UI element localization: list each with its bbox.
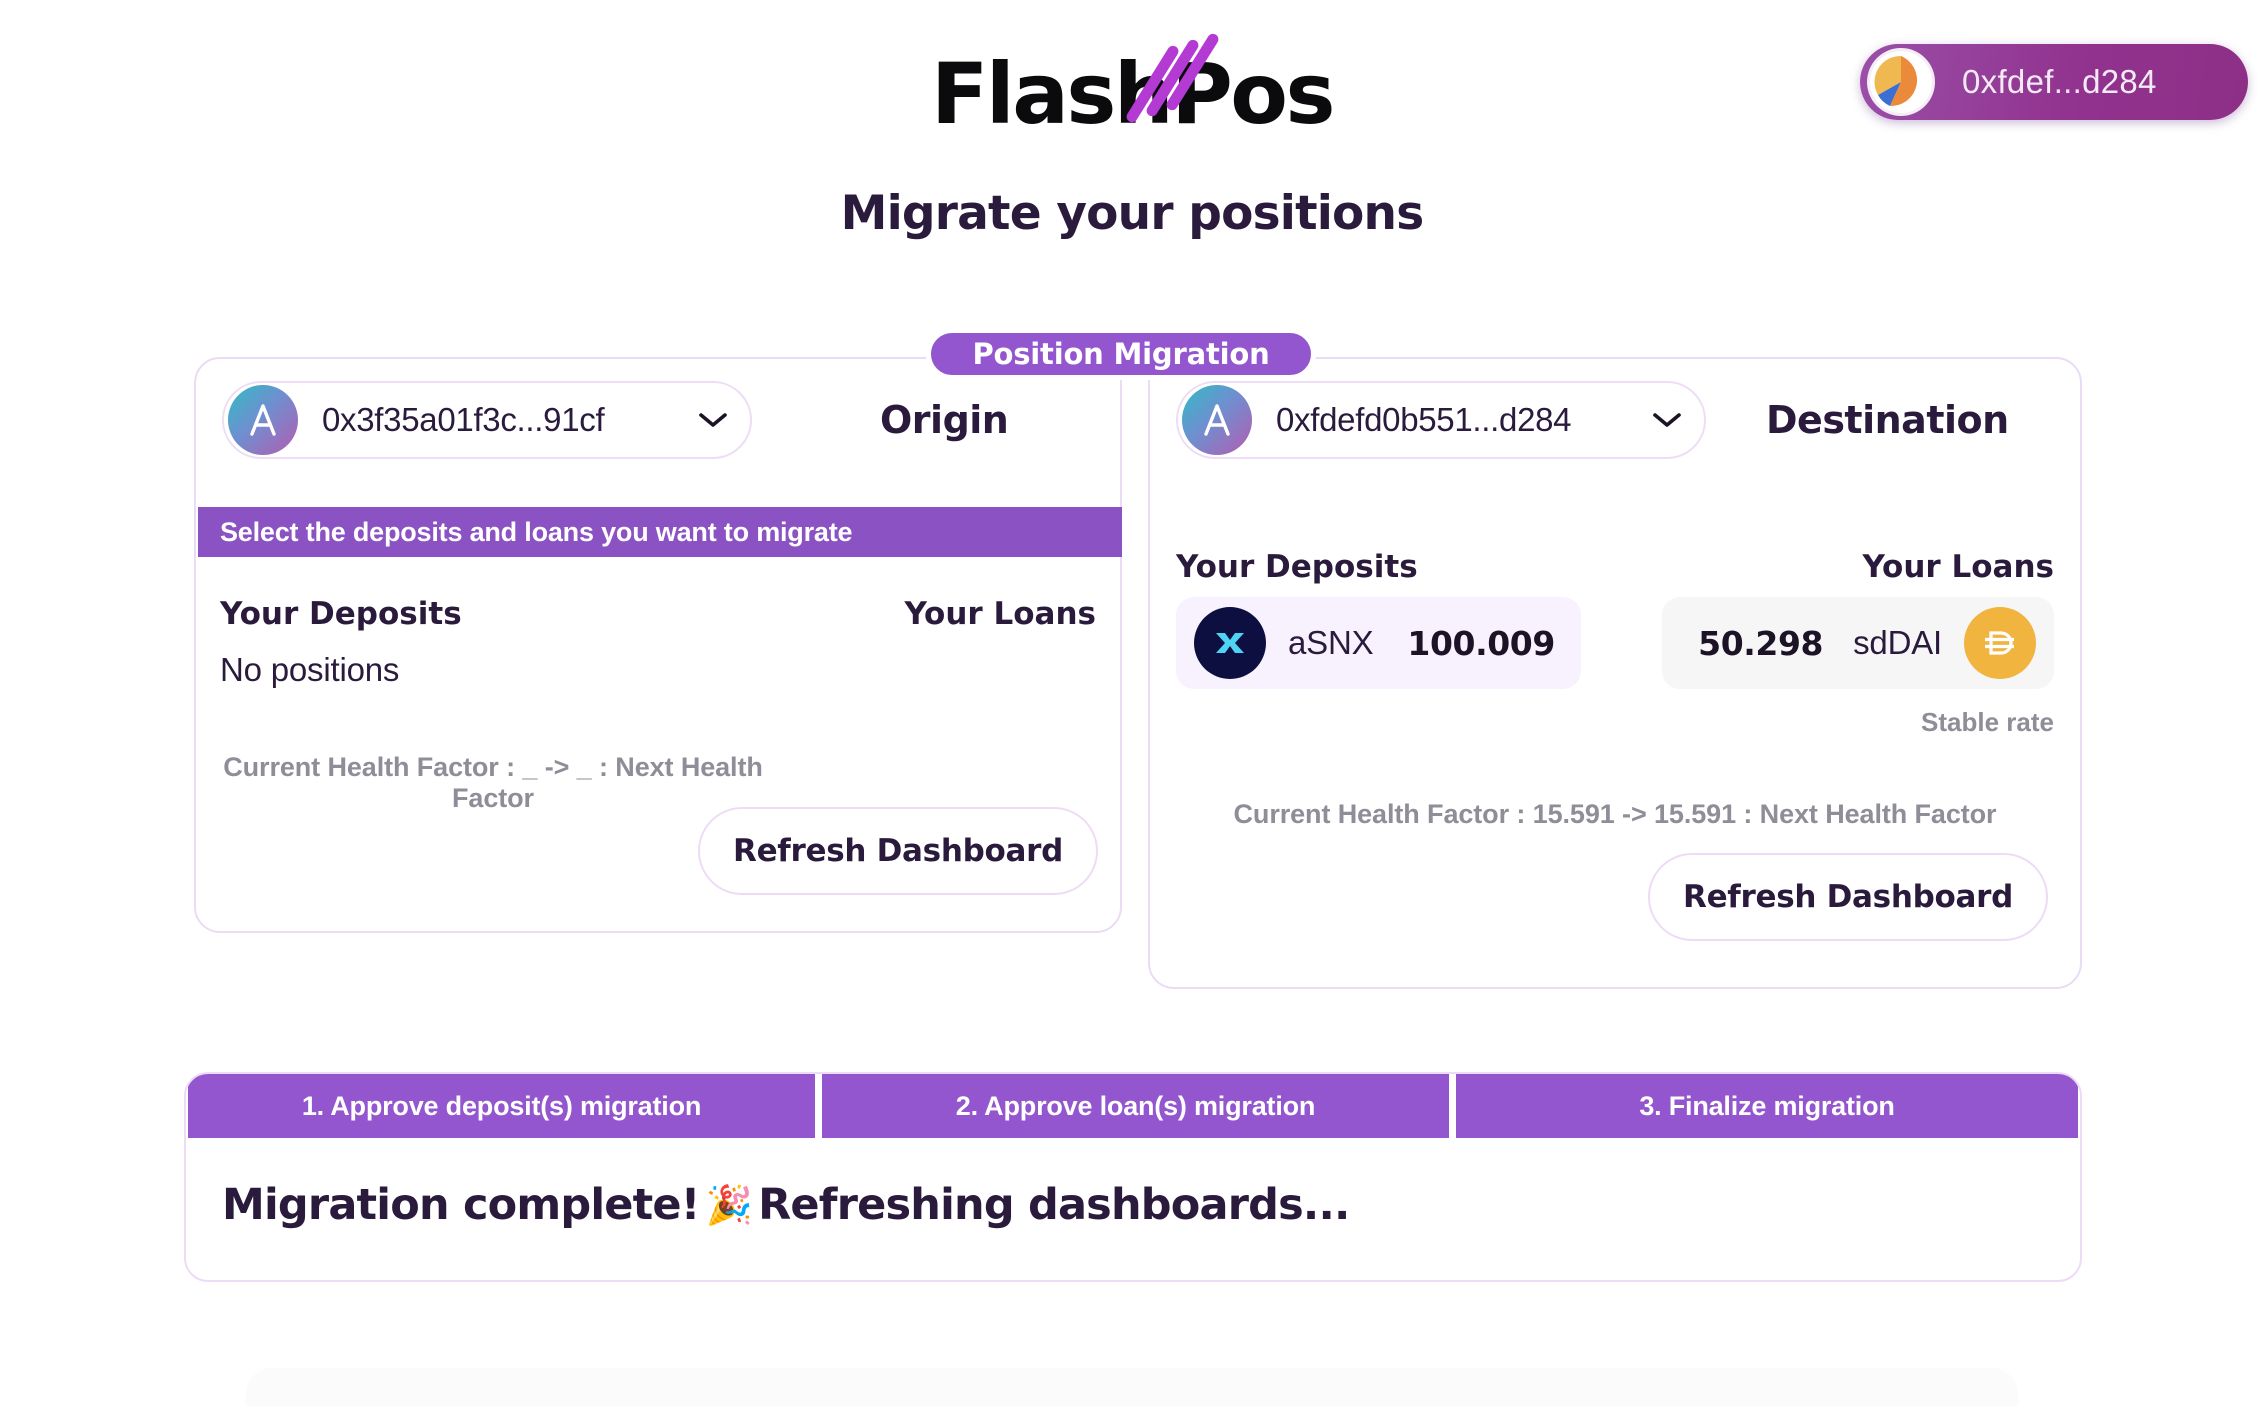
origin-side-label: Origin <box>880 398 1009 442</box>
migration-steps-tabs: 1. Approve deposit(s) migration 2. Appro… <box>186 1074 2080 1138</box>
status-text-after: Refreshing dashboards... <box>758 1180 1350 1230</box>
origin-select-banner: Select the deposits and loans you want t… <box>198 507 1122 557</box>
dai-icon <box>1964 607 2036 679</box>
origin-empty-text: No positions <box>220 651 400 688</box>
logo-text: FlashPos <box>931 31 1335 136</box>
step-approve-deposits[interactable]: 1. Approve deposit(s) migration <box>188 1074 815 1138</box>
migration-status-message: Migration complete! 🎉 Refreshing dashboa… <box>222 1180 1350 1230</box>
aave-icon <box>228 385 298 455</box>
chevron-down-icon <box>698 411 728 429</box>
pie-avatar-icon <box>1870 51 1932 113</box>
destination-address-select[interactable]: 0xfdefd0b551...d284 <box>1176 381 1706 459</box>
app-root: FlashPos 0xfdef...d284 Migrate your posi… <box>0 0 2264 1406</box>
party-popper-icon: 🎉 <box>705 1182 753 1227</box>
origin-deposits-header: Your Deposits <box>220 596 462 632</box>
origin-refresh-dashboard-button[interactable]: Refresh Dashboard <box>698 807 1098 895</box>
logo-text-pos: Pos <box>1171 45 1335 143</box>
destination-address-value: 0xfdefd0b551...d284 <box>1276 401 1572 438</box>
chevron-down-icon <box>1652 411 1682 429</box>
origin-loans-header: Your Loans <box>904 596 1096 632</box>
destination-deposits-header: Your Deposits <box>1176 549 1418 585</box>
page-title: Migrate your positions <box>840 186 1425 241</box>
origin-health-factor: Current Health Factor : _ -> _ : Next He… <box>223 752 763 813</box>
destination-column-headers: Your Deposits Your Loans <box>1176 549 2054 585</box>
step-finalize-migration[interactable]: 3. Finalize migration <box>1456 1074 2078 1138</box>
destination-side-label: Destination <box>1766 398 2009 442</box>
step-approve-loans[interactable]: 2. Approve loan(s) migration <box>822 1074 1449 1138</box>
migration-steps-card: 1. Approve deposit(s) migration 2. Appro… <box>184 1072 2082 1282</box>
aave-icon <box>1182 385 1252 455</box>
destination-deposit-row[interactable]: aSNX 100.009 <box>1176 597 1581 689</box>
destination-health-factor: Current Health Factor : 15.591 -> 15.591… <box>1233 799 1997 829</box>
destination-loan-amount: 50.298 <box>1698 623 1824 663</box>
destination-loans-header: Your Loans <box>1862 549 2054 585</box>
destination-deposit-symbol: aSNX <box>1288 624 1374 661</box>
tab-position-migration[interactable]: Position Migration <box>926 328 1316 380</box>
next-section-placeholder <box>246 1368 2018 1406</box>
origin-panel: 0x3f35a01f3c...91cf Origin Select the de… <box>194 357 1122 933</box>
origin-address-value: 0x3f35a01f3c...91cf <box>322 401 605 438</box>
status-text-before: Migration complete! <box>222 1180 700 1230</box>
synthetix-icon <box>1194 607 1266 679</box>
destination-loan-symbol: sdDAI <box>1853 624 1942 661</box>
destination-loan-rate-note: Stable rate <box>1921 707 2054 737</box>
destination-asset-rows: aSNX 100.009 50.298 sdDAI <box>1176 597 2054 689</box>
origin-column-headers: Your Deposits Your Loans <box>220 596 1096 632</box>
destination-deposit-amount: 100.009 <box>1407 623 1555 663</box>
wallet-badge[interactable]: 0xfdef...d284 <box>1860 44 2248 120</box>
destination-panel: 0xfdefd0b551...d284 Destination Your Dep… <box>1148 357 2082 989</box>
wallet-address: 0xfdef...d284 <box>1962 63 2157 100</box>
origin-address-select[interactable]: 0x3f35a01f3c...91cf <box>222 381 752 459</box>
destination-refresh-dashboard-button[interactable]: Refresh Dashboard <box>1648 853 2048 941</box>
logo-text-flash: Flash <box>931 45 1174 143</box>
destination-loan-row[interactable]: 50.298 sdDAI <box>1662 597 2054 689</box>
